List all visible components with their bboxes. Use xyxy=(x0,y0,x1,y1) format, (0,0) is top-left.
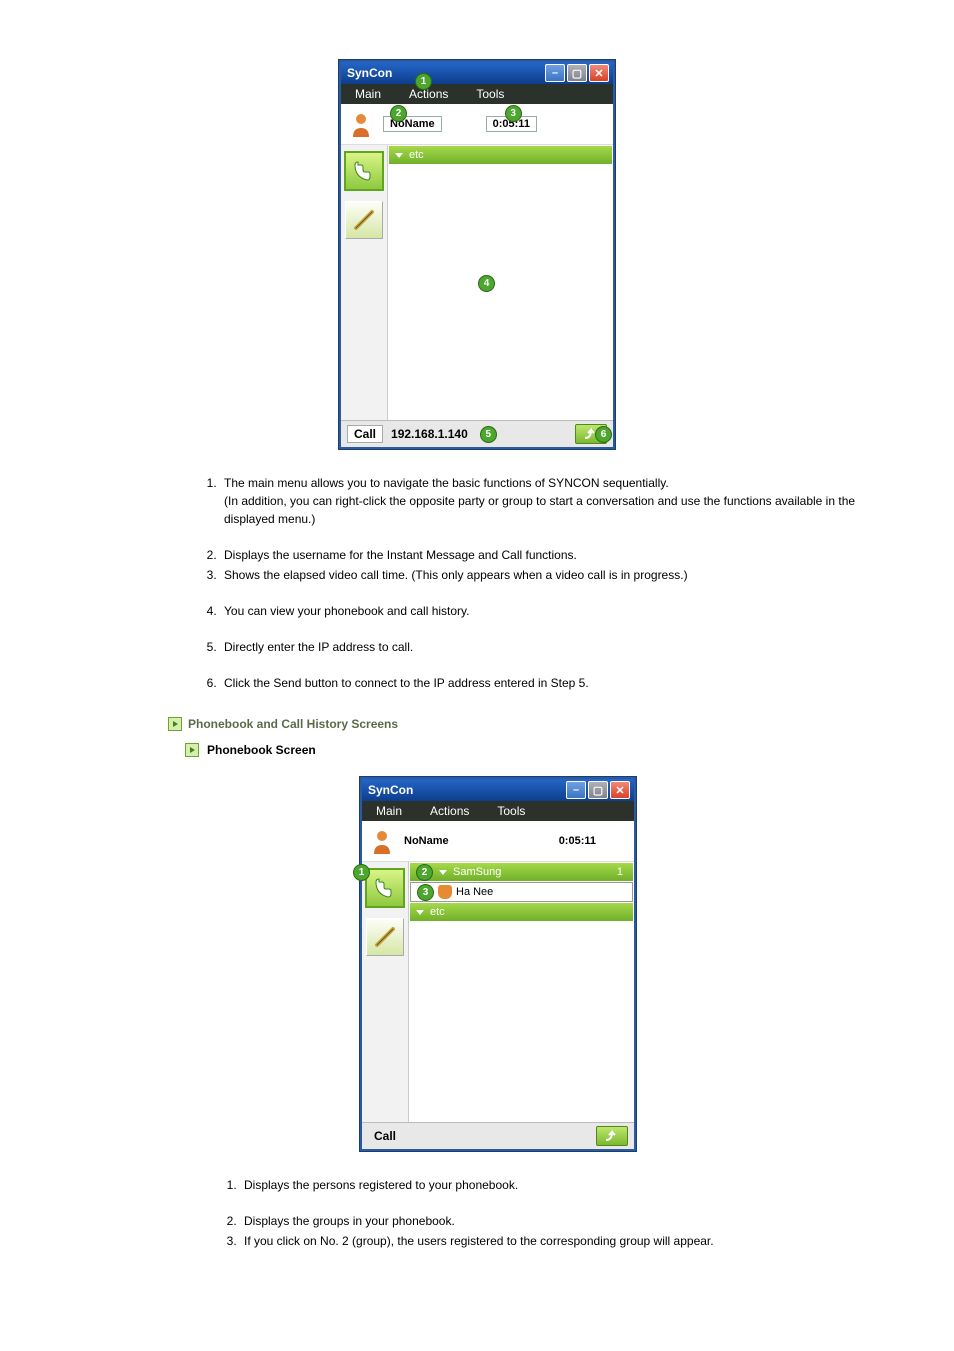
callhistory-tab-icon[interactable] xyxy=(366,918,404,956)
main-column: 2 SamSung 1 3 Ha Nee etc xyxy=(409,862,634,1122)
body-area: etc 4 xyxy=(341,145,613,420)
list-item: Directly enter the IP address to call. xyxy=(220,638,894,656)
contact-name: Ha Nee xyxy=(456,886,493,898)
status-row: NoName 0:05:11 xyxy=(362,821,634,862)
body-area: 1 2 SamSung 1 3 Ha Nee etc xyxy=(362,862,634,1122)
list-item: Displays the groups in your phonebook. xyxy=(240,1212,894,1230)
maximize-button[interactable]: ▢ xyxy=(567,64,587,82)
side-column: 1 xyxy=(362,862,409,1122)
bottom-bar: Call xyxy=(362,1122,634,1149)
syncon-window-1: SynCon – ▢ ✕ Main Actions1 Tools NoName2… xyxy=(339,60,615,449)
elapsed-time-text: 0:05:11 xyxy=(559,835,596,847)
section-heading: Phonebook and Call History Screens xyxy=(168,717,894,731)
maximize-button[interactable]: ▢ xyxy=(588,781,608,799)
status-row: NoName2 0:05:113 xyxy=(341,104,613,145)
menu-actions[interactable]: Actions xyxy=(416,804,483,818)
callout-2: 2 xyxy=(416,864,433,881)
syncon-window-2: SynCon – ▢ ✕ Main Actions Tools NoName 0… xyxy=(360,777,636,1151)
list-item: Shows the elapsed video call time. (This… xyxy=(220,566,894,584)
sub-heading: Phonebook Screen xyxy=(185,743,894,757)
play-bullet-icon xyxy=(185,743,199,757)
list-item: Click the Send button to connect to the … xyxy=(220,674,894,692)
callout-1: 1 xyxy=(353,864,370,881)
titlebar: SynCon – ▢ ✕ xyxy=(341,62,613,84)
phonebook-tab-icon[interactable]: 1 xyxy=(365,868,405,908)
callout-3: 3 xyxy=(505,105,522,122)
username-box: NoName2 xyxy=(383,116,442,132)
menu-tools[interactable]: Tools xyxy=(462,87,518,101)
menubar: Main Actions Tools xyxy=(362,801,634,821)
list-item: Displays the username for the Instant Me… xyxy=(220,546,894,564)
close-button[interactable]: ✕ xyxy=(610,781,630,799)
minimize-button[interactable]: – xyxy=(545,64,565,82)
play-bullet-icon xyxy=(168,717,182,731)
phonebook-tab-icon[interactable] xyxy=(344,151,384,191)
chevron-down-icon xyxy=(416,910,424,915)
user-avatar-icon xyxy=(349,111,373,137)
callhistory-tab-icon[interactable] xyxy=(345,201,383,239)
call-label: Call xyxy=(368,1128,402,1144)
window-controls: – ▢ ✕ xyxy=(545,64,609,82)
list-item: You can view your phonebook and call his… xyxy=(220,602,894,620)
list-item: The main menu allows you to navigate the… xyxy=(220,474,894,528)
callout-3: 3 xyxy=(417,884,434,901)
group-label: SamSung xyxy=(453,866,501,878)
username-text: NoName xyxy=(404,835,449,847)
minimize-button[interactable]: – xyxy=(566,781,586,799)
sub-title: Phonebook Screen xyxy=(207,743,316,757)
menu-main[interactable]: Main xyxy=(341,87,395,101)
group-label: etc xyxy=(430,906,445,918)
bottom-bar: Call 192.168.1.140 5 6 xyxy=(341,420,613,447)
callout-6: 6 xyxy=(595,426,612,443)
chevron-down-icon xyxy=(395,153,403,158)
window-title: SynCon xyxy=(345,66,545,80)
list-item: Displays the persons registered to your … xyxy=(240,1176,894,1194)
window-controls: – ▢ ✕ xyxy=(566,781,630,799)
side-column xyxy=(341,145,388,420)
callout-5: 5 xyxy=(480,426,497,443)
menubar: Main Actions1 Tools xyxy=(341,84,613,104)
group-label: etc xyxy=(409,149,424,161)
call-label: Call xyxy=(347,425,383,443)
user-avatar-icon xyxy=(370,828,394,854)
send-button[interactable] xyxy=(596,1126,628,1146)
contact-row[interactable]: 3 Ha Nee xyxy=(410,882,633,902)
callout-2: 2 xyxy=(390,105,407,122)
list-item: If you click on No. 2 (group), the users… xyxy=(240,1232,894,1250)
window-title: SynCon xyxy=(366,783,566,797)
menu-actions[interactable]: Actions1 xyxy=(395,87,462,101)
menu-main[interactable]: Main xyxy=(362,804,416,818)
section-title: Phonebook and Call History Screens xyxy=(188,717,398,731)
close-button[interactable]: ✕ xyxy=(589,64,609,82)
group-count: 1 xyxy=(617,866,627,878)
menu-tools[interactable]: Tools xyxy=(483,804,539,818)
contact-avatar-icon xyxy=(438,885,452,899)
callout-1: 1 xyxy=(415,73,432,90)
titlebar: SynCon – ▢ ✕ xyxy=(362,779,634,801)
main-column: etc 4 xyxy=(388,145,613,420)
description-list-1: The main menu allows you to navigate the… xyxy=(60,474,894,692)
chevron-down-icon xyxy=(439,870,447,875)
ip-input[interactable]: 192.168.1.140 xyxy=(391,427,468,441)
send-button[interactable]: 6 xyxy=(575,424,607,444)
group-samsung[interactable]: 2 SamSung 1 xyxy=(410,863,633,881)
group-etc[interactable]: etc xyxy=(410,903,633,921)
elapsed-time-box: 0:05:113 xyxy=(486,116,537,132)
description-list-2: Displays the persons registered to your … xyxy=(60,1176,894,1250)
group-etc[interactable]: etc xyxy=(389,146,612,164)
callout-4: 4 xyxy=(478,275,495,292)
